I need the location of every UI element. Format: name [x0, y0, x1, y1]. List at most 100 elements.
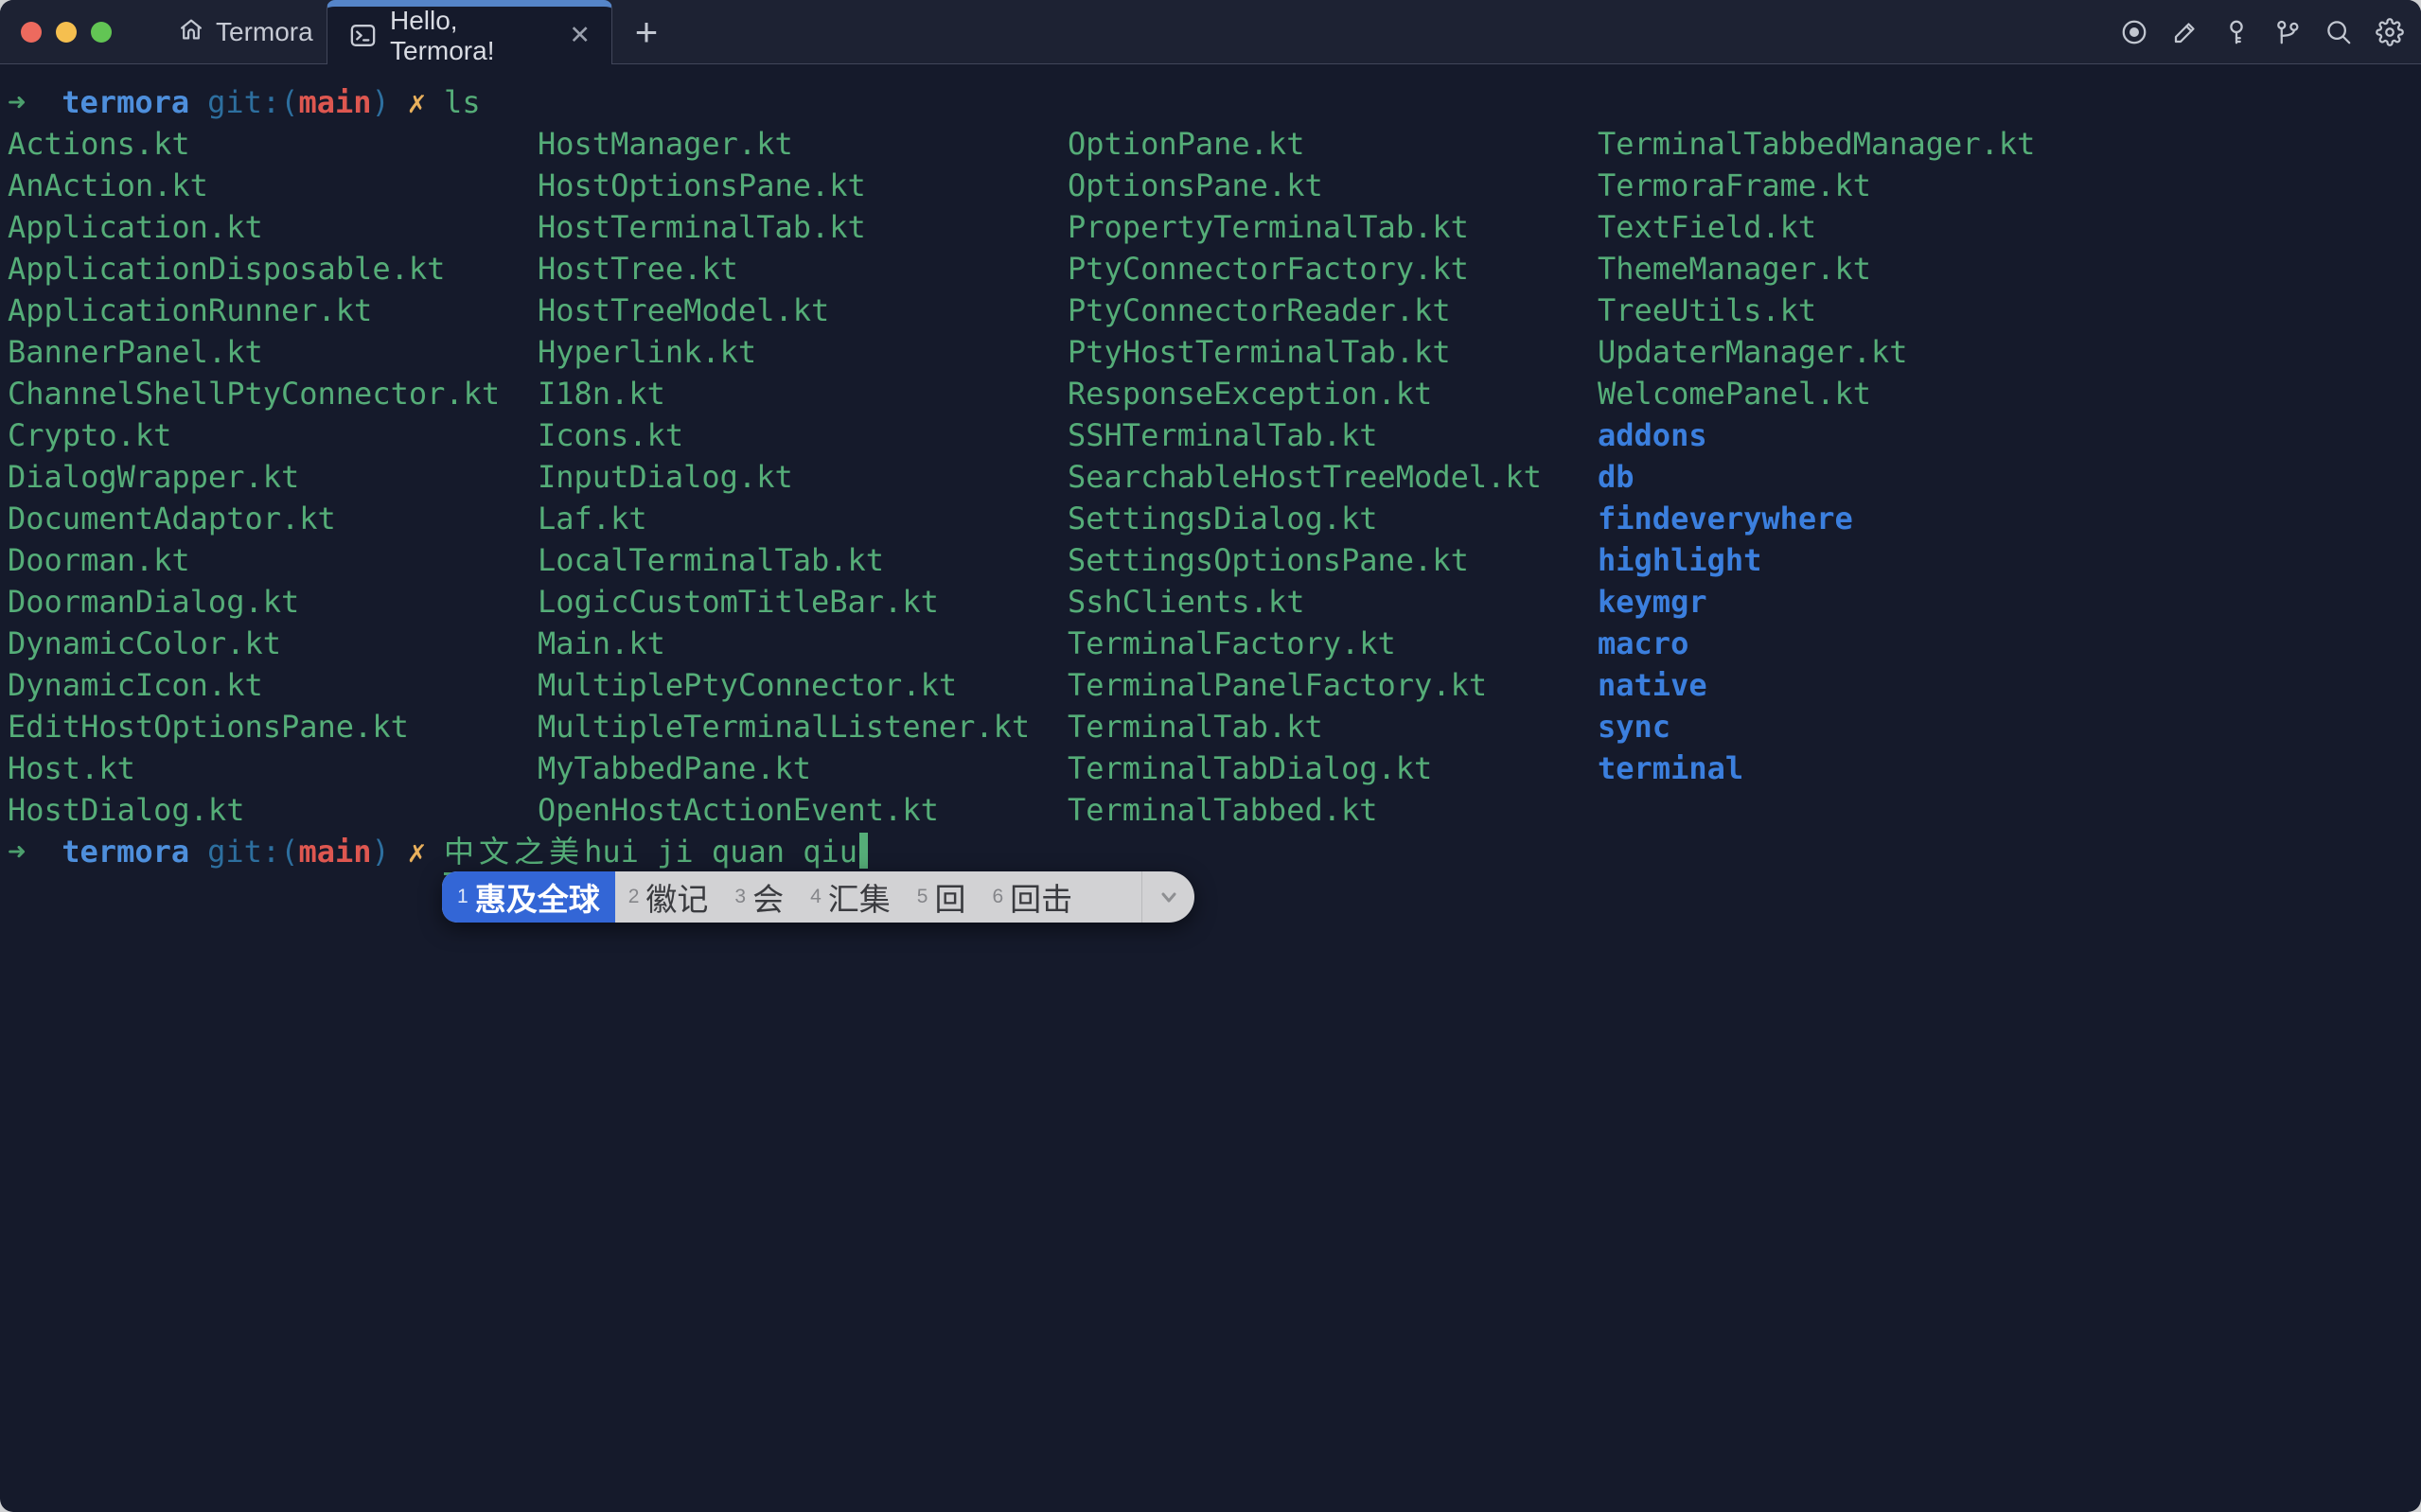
git-dirty-mark: ✗ [408, 84, 426, 120]
dir-entry: findeverywhere [1598, 498, 2128, 539]
file-entry: HostTree.kt [538, 248, 1068, 290]
prompt-arrow: ➜ [8, 84, 26, 120]
candidate-index: 5 [917, 886, 928, 908]
dir-entry: terminal [1598, 747, 2128, 789]
file-entry: SSHTerminalTab.kt [1068, 414, 1598, 456]
prompt-line-1: ➜ termora git:(main) ✗ ls [8, 81, 2421, 123]
file-entry: OptionsPane.kt [1068, 165, 1598, 206]
ime-candidate[interactable]: 5回 [904, 871, 980, 923]
file-entry: TermoraFrame.kt [1598, 165, 2128, 206]
file-entry: MultipleTerminalListener.kt [538, 706, 1068, 747]
dir-entry: sync [1598, 706, 2128, 747]
file-entry: Application.kt [8, 206, 538, 248]
git-branch-icon [2273, 18, 2302, 46]
candidate-index: 4 [810, 886, 822, 908]
file-entry: TextField.kt [1598, 206, 2128, 248]
prompt-arrow: ➜ [8, 834, 26, 870]
dir-entry: macro [1598, 623, 2128, 664]
file-entry: HostManager.kt [538, 123, 1068, 165]
ime-candidate-window: 1惠及全球2徽记3会 4 汇集 5回 6 回击 [442, 871, 1194, 923]
file-entry: LocalTerminalTab.kt [538, 539, 1068, 581]
file-entry: SettingsDialog.kt [1068, 498, 1598, 539]
git-branch-name: main [298, 84, 371, 120]
git-branch-button[interactable] [2272, 18, 2302, 47]
tab-close-icon[interactable]: ✕ [569, 23, 591, 48]
terminal-cursor [859, 833, 868, 869]
dir-entry: highlight [1598, 539, 2128, 581]
file-entry: SearchableHostTreeModel.kt [1068, 456, 1598, 498]
key-manager-button[interactable] [2221, 18, 2251, 47]
file-entry: ChannelShellPtyConnector.kt [8, 373, 538, 414]
candidate-text: 回 [934, 874, 965, 920]
candidate-text: 汇集 [828, 874, 891, 920]
home-icon [178, 16, 204, 49]
file-entry: EditHostOptionsPane.kt [8, 706, 538, 747]
dir-entry: addons [1598, 414, 2128, 456]
zoom-button[interactable] [91, 22, 112, 43]
command-text: ls [444, 84, 481, 120]
composition-cjk: 中文之美 [444, 834, 584, 870]
candidate-text: 会 [752, 874, 784, 920]
git-dirty-mark: ✗ [408, 834, 426, 870]
file-entry: HostTreeModel.kt [538, 290, 1068, 331]
record-button[interactable] [2119, 18, 2148, 47]
composition-pinyin: hui ji quan qiu [584, 834, 857, 870]
pencil-icon [2171, 18, 2200, 46]
window-controls [21, 22, 112, 43]
ime-candidate[interactable]: 2徽记 [615, 871, 722, 923]
candidate-text: 回击 [1010, 874, 1072, 920]
file-entry: HostDialog.kt [8, 789, 538, 831]
file-entry: TerminalTabbed.kt [1068, 789, 1598, 831]
file-entry: Laf.kt [538, 498, 1068, 539]
file-entry: ApplicationRunner.kt [8, 290, 538, 331]
app-window: Termora Hello, Termora! ✕ + [0, 0, 2421, 1512]
file-entry: DynamicColor.kt [8, 623, 538, 664]
file-entry: DialogWrapper.kt [8, 456, 538, 498]
prompt-cwd: termora [62, 84, 189, 120]
file-entry: SettingsOptionsPane.kt [1068, 539, 1598, 581]
file-entry: Actions.kt [8, 123, 538, 165]
file-entry: Crypto.kt [8, 414, 538, 456]
file-entry: DynamicIcon.kt [8, 664, 538, 706]
edit-button[interactable] [2170, 18, 2200, 47]
candidate-index: 1 [457, 886, 468, 908]
ime-candidate-selected[interactable]: 1惠及全球 [442, 871, 615, 923]
search-button[interactable] [2324, 18, 2353, 47]
close-button[interactable] [21, 22, 42, 43]
git-status: git:(main) [207, 84, 390, 120]
ime-candidate[interactable]: 4 汇集 [797, 871, 904, 923]
tab-hello-termora[interactable]: Hello, Termora! ✕ [327, 0, 612, 64]
file-entry: PropertyTerminalTab.kt [1068, 206, 1598, 248]
key-icon [2222, 18, 2251, 46]
file-entry: InputDialog.kt [538, 456, 1068, 498]
file-entry: HostOptionsPane.kt [538, 165, 1068, 206]
file-entry: TerminalFactory.kt [1068, 623, 1598, 664]
file-entry: TerminalTabDialog.kt [1068, 747, 1598, 789]
settings-button[interactable] [2375, 18, 2404, 47]
terminal-pane[interactable]: ➜ termora git:(main) ✗ ls Actions.ktAnAction… [0, 65, 2421, 1512]
candidate-index: 6 [992, 886, 1003, 908]
dir-entry: db [1598, 456, 2128, 498]
file-entry: I18n.kt [538, 373, 1068, 414]
file-entry: Doorman.kt [8, 539, 538, 581]
new-tab-button[interactable]: + [625, 0, 668, 63]
ime-composition-text: 中文之美hui ji quan qiu [444, 834, 868, 875]
file-entry: DocumentAdaptor.kt [8, 498, 538, 539]
file-entry: TerminalPanelFactory.kt [1068, 664, 1598, 706]
file-entry: PtyConnectorFactory.kt [1068, 248, 1598, 290]
ime-candidate[interactable]: 6 回击 [979, 871, 1086, 923]
ime-candidate[interactable]: 3会 [721, 871, 797, 923]
minimize-button[interactable] [56, 22, 77, 43]
git-status: git:(main) [207, 834, 390, 870]
file-entry: UpdaterManager.kt [1598, 331, 2128, 373]
home-button[interactable]: Termora [178, 0, 313, 64]
file-entry: AnAction.kt [8, 165, 538, 206]
file-entry: Icons.kt [538, 414, 1068, 456]
file-entry: TerminalTab.kt [1068, 706, 1598, 747]
git-branch-name: main [298, 834, 371, 870]
terminal-tab-icon [348, 21, 378, 50]
ime-expand-button[interactable] [1141, 871, 1194, 923]
search-icon [2324, 18, 2353, 46]
file-entry: DoormanDialog.kt [8, 581, 538, 623]
file-entry: Host.kt [8, 747, 538, 789]
